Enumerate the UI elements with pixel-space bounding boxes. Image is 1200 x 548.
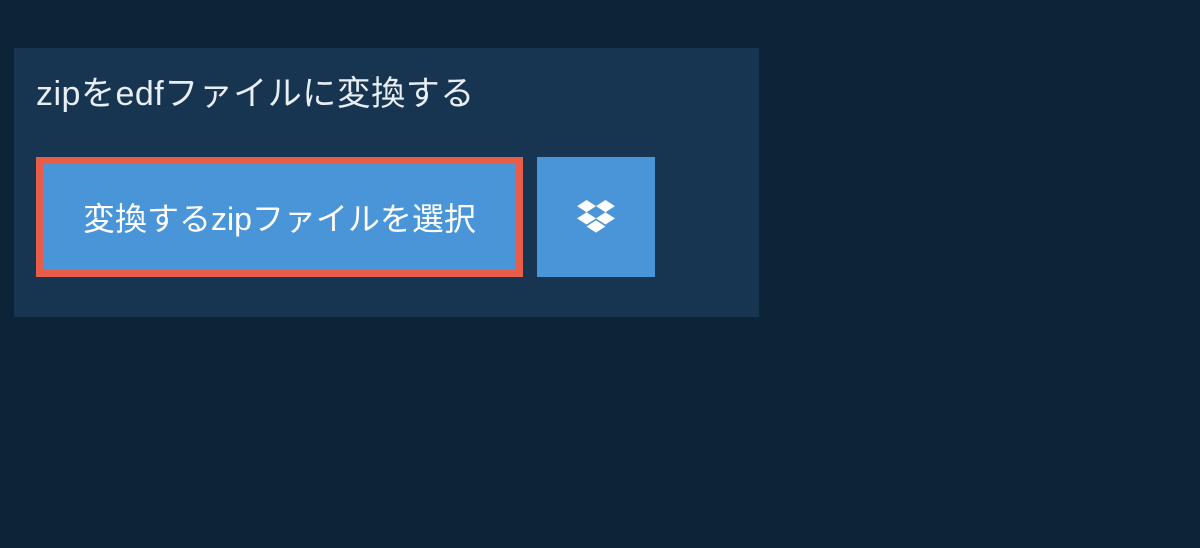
title-bar: zipをedfファイルに変換する bbox=[14, 48, 614, 133]
select-file-button-label: 変換するzipファイルを選択 bbox=[83, 194, 476, 240]
button-row: 変換するzipファイルを選択 bbox=[14, 133, 759, 277]
conversion-panel: zipをedfファイルに変換する 変換するzipファイルを選択 bbox=[14, 48, 759, 317]
dropbox-icon bbox=[577, 200, 615, 234]
select-file-button[interactable]: 変換するzipファイルを選択 bbox=[36, 157, 523, 277]
dropbox-button[interactable] bbox=[537, 157, 655, 277]
page-title: zipをedfファイルに変換する bbox=[36, 66, 592, 115]
